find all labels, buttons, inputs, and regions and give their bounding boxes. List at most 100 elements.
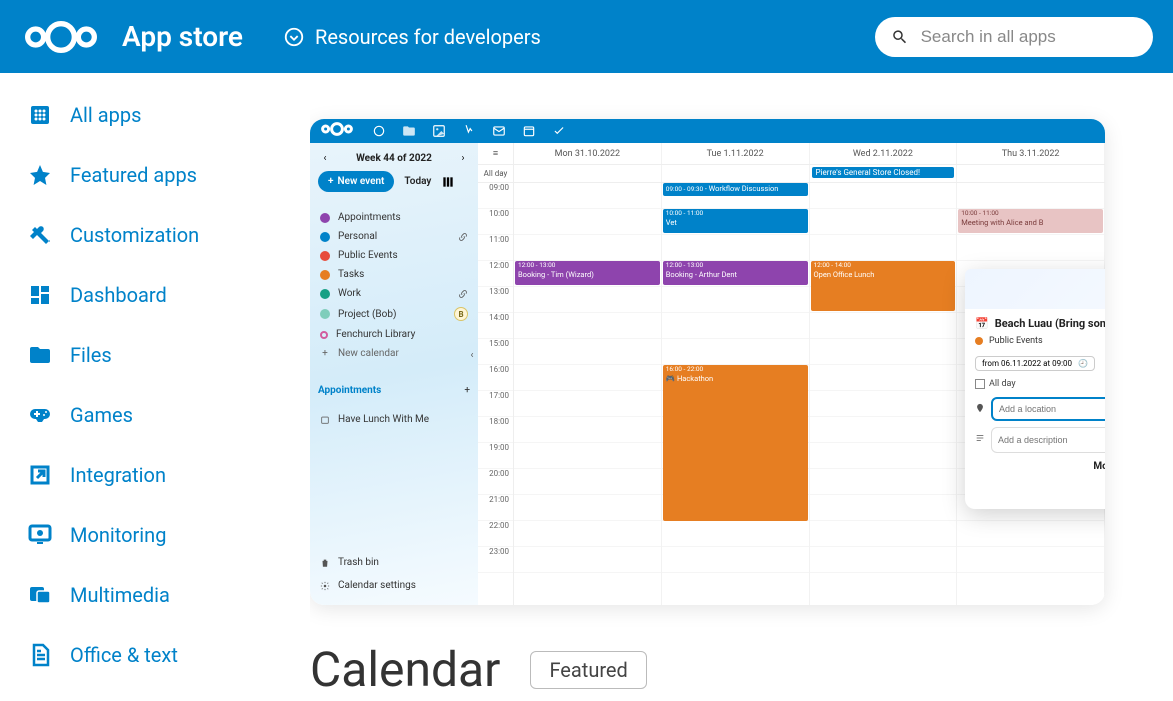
calendar-item[interactable]: Appointments — [318, 208, 470, 227]
clock-icon: 🕘 — [1078, 359, 1088, 368]
screenshot-sidebar: ‹ Week 44 of 2022 › +New event Today App… — [310, 143, 478, 605]
allday-event[interactable]: Pierre's General Store Closed! — [812, 167, 955, 178]
sidebar-item-label: Games — [70, 403, 133, 427]
trash-bin-button[interactable]: Trash bin — [318, 551, 470, 574]
sidebar-item-dashboard[interactable]: Dashboard — [28, 283, 310, 307]
search-box[interactable] — [875, 17, 1153, 57]
popup-allday-checkbox[interactable]: All day — [975, 379, 1105, 389]
add-appointment-button[interactable]: + — [464, 385, 470, 396]
sidebar-item-integration[interactable]: Integration — [28, 463, 310, 487]
plus-icon: + — [320, 349, 330, 359]
day-column[interactable]: 12:00 - 13:00Booking - Tim (Wizard) — [514, 183, 662, 605]
sidebar-item-all-apps[interactable]: All apps — [28, 103, 310, 127]
calendar-event[interactable]: 16:00 - 22:00🎮 Hackathon — [663, 365, 808, 521]
screenshot-topbar — [310, 119, 1105, 143]
gamepad-icon — [28, 403, 52, 427]
color-dot-icon — [320, 289, 330, 299]
sidebar-item-label: All apps — [70, 103, 141, 127]
plus-icon: + — [328, 176, 334, 187]
popup-calendar-select[interactable]: Public Events — [975, 336, 1105, 346]
calendar-list: Appointments Personal Public Events Task… — [318, 208, 470, 363]
sidebar-item-label: Integration — [70, 463, 166, 487]
color-dot-icon — [320, 251, 330, 261]
color-dot-icon — [320, 270, 330, 280]
activity-app-icon — [462, 124, 476, 138]
calendar-item[interactable]: Work — [318, 284, 470, 303]
next-week-button[interactable]: › — [456, 151, 470, 165]
day-column[interactable]: 12:00 - 14:00Open Office Lunch — [810, 183, 958, 605]
prev-week-button[interactable]: ‹ — [318, 151, 332, 165]
popup-more-button[interactable]: More — [975, 461, 1105, 472]
star-icon — [28, 163, 52, 187]
calendar-event[interactable]: 10:00 - 11:00Vet — [663, 209, 808, 233]
new-event-button[interactable]: +New event — [318, 171, 394, 192]
category-sidebar: All apps Featured apps Customization Das… — [0, 73, 310, 701]
appointments-header: Appointments+ — [318, 385, 470, 396]
color-ring-icon — [320, 331, 328, 339]
hamburger-icon[interactable]: ≡ — [478, 143, 514, 164]
calendar-event[interactable]: 12:00 - 13:00Booking - Arthur Dent — [663, 261, 808, 285]
color-dot-icon — [975, 337, 983, 345]
app-store-title[interactable]: App store — [122, 20, 243, 53]
gear-icon — [320, 581, 330, 591]
description-input[interactable] — [991, 427, 1105, 453]
day-header: Tue 1.11.2022 — [662, 143, 810, 164]
sidebar-item-label: Featured apps — [70, 163, 197, 187]
sidebar-item-games[interactable]: Games — [28, 403, 310, 427]
calendar-item[interactable]: Tasks — [318, 265, 470, 284]
sidebar-item-customization[interactable]: Customization — [28, 223, 310, 247]
popup-date-chip[interactable]: from 06.11.2022 at 09:00🕘 — [975, 356, 1095, 371]
resources-link[interactable]: Resources for developers — [283, 25, 541, 49]
sidebar-item-files[interactable]: Files — [28, 343, 310, 367]
dashboard-icon — [28, 283, 52, 307]
calendar-item[interactable]: Project (Bob)B — [318, 303, 470, 325]
calendar-event[interactable]: 10:00 - 11:00Meeting with Alice and B — [958, 209, 1103, 233]
sidebar-item-monitoring[interactable]: Monitoring — [28, 523, 310, 547]
color-dot-icon — [320, 232, 330, 242]
header: App store Resources for developers — [0, 0, 1173, 73]
calendar-event[interactable]: 12:00 - 14:00Open Office Lunch — [811, 261, 956, 311]
allday-label: All day — [478, 165, 514, 182]
calendar-item[interactable]: Fenchurch Library — [318, 325, 470, 344]
search-icon — [891, 27, 909, 47]
today-button[interactable]: Today — [398, 171, 437, 192]
day-column[interactable]: 09:00 - 09:30 - Workflow Discussion 10:0… — [662, 183, 810, 605]
color-dot-icon — [320, 213, 330, 223]
day-header: Wed 2.11.2022 — [810, 143, 958, 164]
event-editor-popup: 🏖️ 📅Beach Luau (Bring som Public Events … — [965, 269, 1105, 509]
sidebar-item-featured-apps[interactable]: Featured apps — [28, 163, 310, 187]
calendar-small-icon — [320, 415, 330, 425]
appointment-item[interactable]: Have Lunch With Me — [318, 410, 470, 429]
calendar-settings-button[interactable]: Calendar settings — [318, 574, 470, 597]
location-input[interactable] — [991, 397, 1105, 421]
dashboard-app-icon — [372, 124, 386, 138]
sidebar-item-label: Monitoring — [70, 523, 166, 547]
view-toggle-icon[interactable] — [441, 175, 455, 189]
day-header: Thu 3.11.2022 — [957, 143, 1105, 164]
user-badge: B — [454, 307, 468, 321]
external-icon — [28, 463, 52, 487]
calendar-item[interactable]: Personal — [318, 227, 470, 246]
location-pin-icon — [975, 403, 985, 413]
share-link-icon — [458, 289, 468, 299]
multimedia-icon — [28, 583, 52, 607]
week-label: Week 44 of 2022 — [356, 153, 432, 164]
time-labels: 09:0010:0011:0012:0013:0014:0015:0016:00… — [478, 183, 514, 605]
folder-icon — [28, 343, 52, 367]
calendar-item[interactable]: Public Events — [318, 246, 470, 265]
tools-icon — [28, 223, 52, 247]
tasks-app-icon — [552, 124, 566, 138]
sidebar-item-label: Multimedia — [70, 583, 170, 607]
description-icon — [975, 433, 985, 443]
app-screenshot: ‹ Week 44 of 2022 › +New event Today App… — [310, 119, 1105, 605]
search-input[interactable] — [921, 27, 1137, 47]
checkbox-icon — [975, 379, 985, 389]
calendar-event[interactable]: 12:00 - 13:00Booking - Tim (Wizard) — [515, 261, 660, 285]
sidebar-item-multimedia[interactable]: Multimedia — [28, 583, 310, 607]
sidebar-item-label: Office & text — [70, 643, 178, 667]
sidebar-item-office-text[interactable]: Office & text — [28, 643, 310, 667]
new-calendar-button[interactable]: +New calendar — [318, 344, 470, 363]
document-icon — [28, 643, 52, 667]
calendar-event[interactable]: 09:00 - 09:30 - Workflow Discussion — [663, 183, 808, 196]
nextcloud-logo[interactable] — [20, 17, 102, 57]
